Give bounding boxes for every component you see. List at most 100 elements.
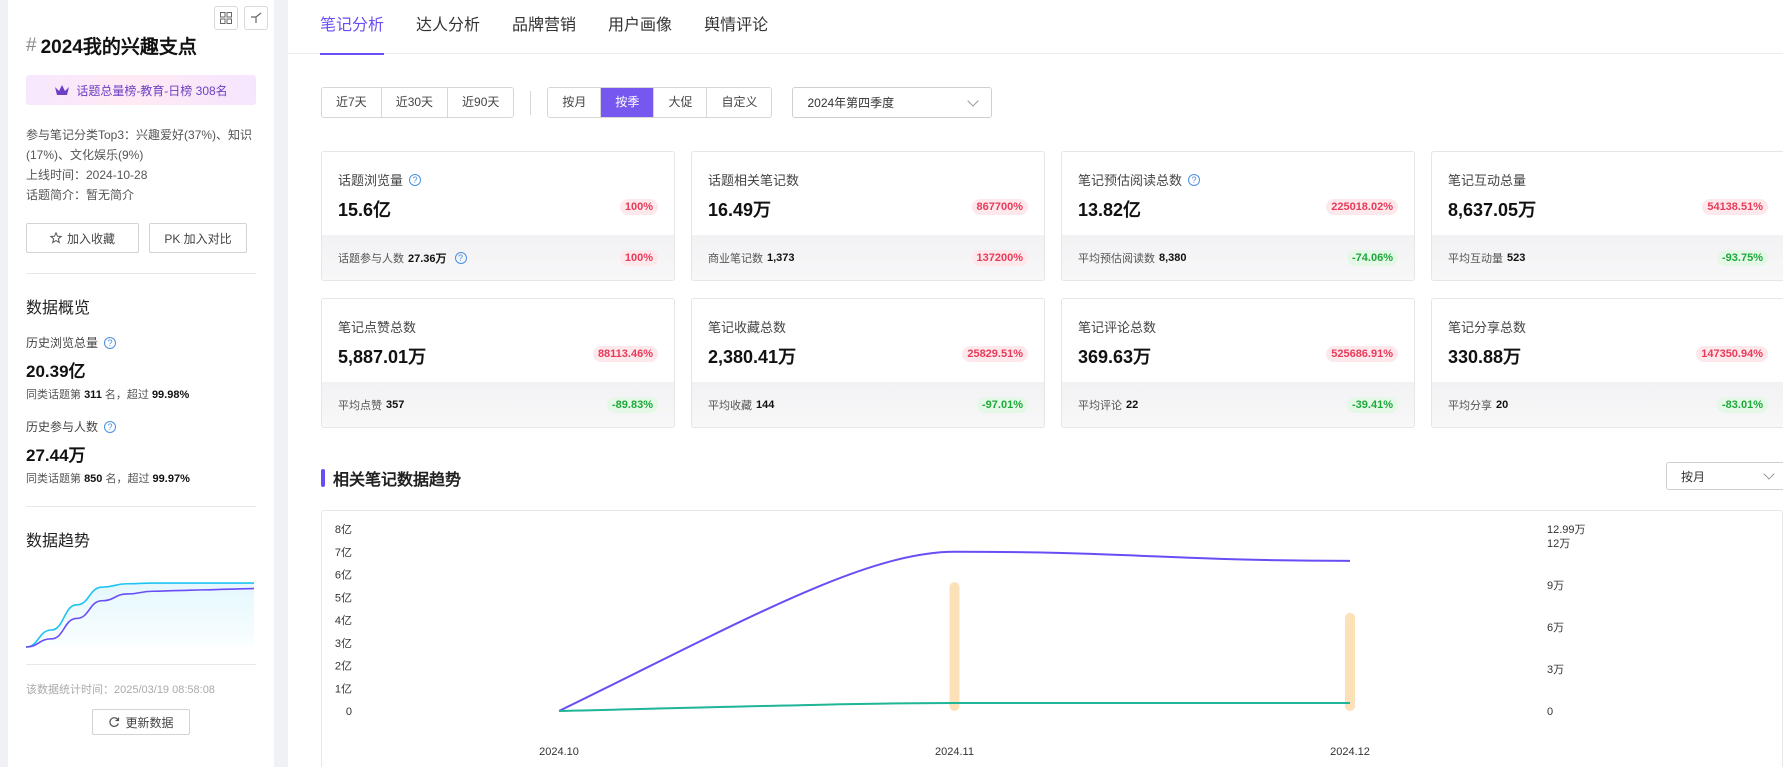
metric-label-text: 笔记互动总量 (1448, 173, 1527, 188)
period-option[interactable]: 自定义 (707, 88, 772, 117)
divider (26, 506, 256, 507)
hist-views-rank: 同类话题第 311 名，超过 99.98% (26, 386, 256, 402)
help-icon[interactable]: ? (409, 173, 422, 186)
help-icon[interactable]: ? (104, 336, 117, 349)
sub-change-badge: -97.01% (977, 397, 1028, 413)
quarter-select[interactable]: 2024年第四季度 (792, 87, 993, 118)
sub-metric-label: 商业笔记数 (708, 253, 763, 265)
metric-label-text: 话题浏览量 (338, 173, 404, 188)
sidebar-actions: 加入收藏 PK 加入对比 (26, 223, 256, 253)
tab-3[interactable]: 用户画像 (608, 0, 672, 54)
range-option[interactable]: 近90天 (448, 88, 514, 117)
help-icon[interactable]: ? (454, 252, 467, 264)
period-option[interactable]: 按月 (548, 88, 602, 117)
sub-change-badge: -39.41% (1347, 397, 1398, 413)
right-axis-tick: 0 (1547, 706, 1553, 718)
topic-sidebar: # 2024我的兴趣支点 话题总量榜-教育-日榜 308名 参与笔记分类Top3… (8, 0, 274, 767)
card-main: 笔记评论总数 369.63万 525686.91% (1062, 299, 1414, 382)
sub-metric-label: 平均预估阅读数 (1078, 253, 1155, 265)
metric-card[interactable]: 笔记分享总数 330.88万 147350.94% 平均分享 20 -83.01% (1431, 298, 1783, 428)
period-option[interactable]: 按季 (601, 88, 655, 117)
tab-0[interactable]: 笔记分析 (320, 0, 385, 55)
rank-pre: 同类话题第 (26, 473, 81, 485)
right-axis-tick: 12万 (1547, 538, 1570, 550)
metric-cards: 话题浏览量? 15.6亿 100% 话题参与人数 27.36万? 100% 话题相关笔记数 1… (321, 151, 1783, 428)
add-compare-button[interactable]: PK 加入对比 (149, 223, 247, 253)
bar-mark[interactable] (1345, 612, 1355, 711)
mini-trend-chart (25, 582, 255, 648)
card-main: 笔记点赞总数 5,887.01万 88113.46% (322, 299, 674, 382)
metric-card[interactable]: 笔记点赞总数 5,887.01万 88113.46% 平均点赞 357 -89.83% (321, 298, 675, 428)
period-option[interactable]: 大促 (654, 88, 708, 117)
left-axis-tick: 1亿 (335, 682, 352, 695)
metric-card[interactable]: 笔记评论总数 369.63万 525686.91% 平均评论 22 -39.41% (1061, 298, 1415, 428)
rank-banner[interactable]: 话题总量榜-教育-日榜 308名 (26, 75, 256, 105)
right-axis-tick: 3万 (1547, 664, 1564, 676)
range-option[interactable]: 近30天 (381, 88, 449, 117)
hist-views-label: 历史浏览总量 ? (26, 334, 256, 351)
metric-value: 15.6亿 (338, 200, 392, 220)
app-root: # 2024我的兴趣支点 话题总量榜-教育-日榜 308名 参与笔记分类Top3… (0, 0, 1783, 767)
sub-metric: 平均分享 20 (1448, 397, 1508, 413)
help-icon[interactable]: ? (1188, 173, 1201, 186)
tab-4[interactable]: 舆情评论 (704, 0, 768, 54)
change-badge: 25829.51% (962, 346, 1028, 362)
stat-time: 该数据统计时间：2025/03/19 08:58:08 (26, 684, 215, 696)
rank-mid: 名，超过 (105, 473, 150, 485)
metric-label-text: 笔记预估阅读总数 (1078, 173, 1183, 188)
hist-views-label-text: 历史浏览总量 (26, 336, 99, 350)
x-axis-tick: 2024.11 (935, 746, 974, 758)
hash-symbol: # (26, 34, 37, 56)
bar-mark[interactable] (949, 582, 960, 711)
sub-change-badge: 100% (619, 250, 658, 266)
filter-separator (530, 90, 532, 115)
period-segment: 按月 按季 大促 自定义 (547, 87, 773, 118)
rank-number: 850 (84, 473, 103, 485)
range-option[interactable]: 近7天 (322, 88, 382, 117)
refresh-data-button[interactable]: 更新数据 (92, 709, 190, 735)
help-icon[interactable]: ? (104, 420, 117, 433)
metric-label-text: 笔记评论总数 (1078, 320, 1157, 335)
add-favorite-button[interactable]: 加入收藏 (26, 223, 139, 253)
divider (26, 273, 256, 274)
hist-views-value: 20.39亿 (26, 362, 86, 381)
metric-card[interactable]: 笔记收藏总数 2,380.41万 25829.51% 平均收藏 144 -97.01% (691, 298, 1045, 428)
analysis-tabs: 笔记分析 达人分析 品牌营销 用户画像 舆情评论 (288, 0, 1783, 55)
sub-change-badge: 137200% (971, 250, 1028, 266)
right-axis-max-label: 12.99万 (1547, 524, 1586, 536)
collapse-button[interactable] (244, 6, 268, 30)
metric-label: 笔记互动总量 (1448, 170, 1768, 189)
metric-card[interactable]: 笔记互动总量 8,637.05万 54138.51% 平均互动量 523 -93.75% (1431, 151, 1783, 281)
topic-title: # 2024我的兴趣支点 (26, 32, 256, 59)
rank-text: 话题总量榜-教育-日榜 308名 (76, 83, 228, 98)
add-compare-label: PK 加入对比 (164, 231, 232, 246)
sub-metric-value: 27.36万 (408, 253, 447, 265)
grid-view-button[interactable] (214, 6, 238, 30)
meta-online-date: 上线时间：2024-10-28 (26, 168, 148, 182)
change-badge: 100% (619, 199, 658, 215)
rank-percent: 99.98% (151, 389, 190, 401)
meta-description: 话题简介：暂无简介 (26, 188, 135, 202)
rank-mid: 名，超过 (104, 389, 149, 401)
collapse-icon (251, 12, 262, 23)
sub-metric-value: 8,380 (1159, 252, 1187, 264)
meta-categories: 参与笔记分类Top3：兴趣爱好(37%)、知识(17%)、文化娱乐(9%) (26, 128, 253, 162)
sub-change-badge: -93.75% (1717, 250, 1768, 266)
card-main: 话题浏览量? 15.6亿 100% (322, 152, 674, 235)
change-badge: 867700% (971, 199, 1028, 215)
change-badge: 54138.51% (1702, 199, 1768, 215)
tab-1[interactable]: 达人分析 (416, 0, 480, 54)
metric-card[interactable]: 笔记预估阅读总数? 13.82亿 225018.02% 平均预估阅读数 8,380 -74… (1061, 151, 1415, 281)
trend-granularity-select[interactable]: 按月 (1666, 462, 1783, 490)
metric-card[interactable]: 话题相关笔记数 16.49万 867700% 商业笔记数 1,373 137200% (691, 151, 1045, 281)
metric-card[interactable]: 话题浏览量? 15.6亿 100% 话题参与人数 27.36万? 100% (321, 151, 675, 281)
sub-metric-label: 平均评论 (1078, 400, 1122, 412)
metric-label-text: 话题相关笔记数 (708, 173, 800, 188)
card-main: 笔记互动总量 8,637.05万 54138.51% (1432, 152, 1783, 235)
sub-metric-value: 1,373 (767, 252, 795, 264)
tab-2[interactable]: 品牌营销 (512, 0, 576, 54)
rank-number: 311 (84, 389, 102, 401)
sub-metric-label: 平均点赞 (338, 400, 382, 412)
title-accent-bar (321, 469, 325, 487)
metric-label-text: 笔记收藏总数 (708, 320, 787, 335)
